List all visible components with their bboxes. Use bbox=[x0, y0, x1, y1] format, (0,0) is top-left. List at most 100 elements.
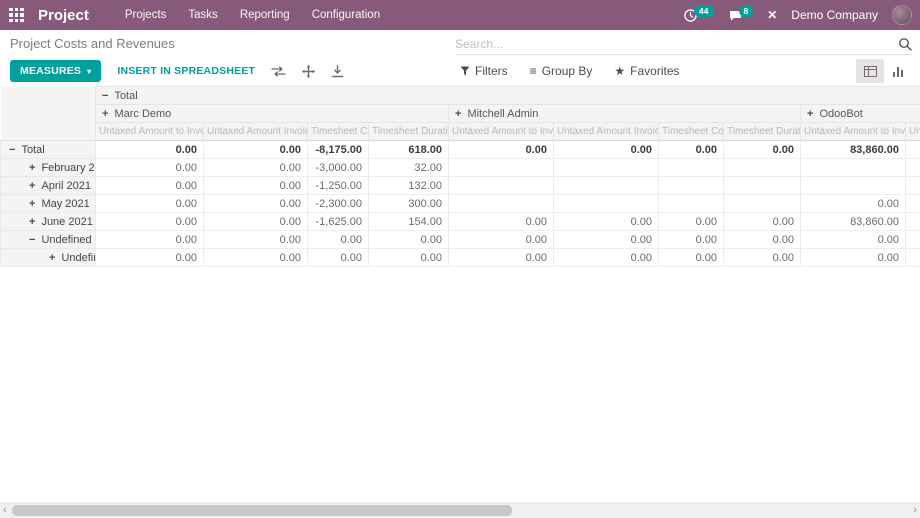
app-name[interactable]: Project bbox=[38, 7, 89, 24]
pivot-cell: -2,300.00 bbox=[308, 195, 369, 213]
horizontal-scrollbar[interactable]: ‹ › bbox=[0, 502, 920, 518]
filters-button[interactable]: Filters bbox=[460, 64, 508, 78]
expand-icon: + bbox=[49, 252, 55, 264]
menu-item-reporting[interactable]: Reporting bbox=[240, 9, 290, 21]
top-navbar: Project Projects Tasks Reporting Configurat… bbox=[0, 0, 920, 30]
breadcrumb: Project Costs and Revenues bbox=[10, 36, 175, 51]
pivot-cell bbox=[906, 213, 920, 231]
pivot-cell: 0.00 bbox=[554, 213, 659, 231]
pivot-cell: 0.00 bbox=[659, 141, 724, 159]
pivot-cell: 32.00 bbox=[369, 159, 449, 177]
expand-icon: + bbox=[29, 216, 35, 228]
menu-item-projects[interactable]: Projects bbox=[125, 9, 167, 21]
search-bar bbox=[455, 33, 912, 55]
pivot-cell: 0.00 bbox=[449, 231, 554, 249]
row-header-total[interactable]: −Total bbox=[1, 141, 96, 159]
pivot-cell bbox=[554, 195, 659, 213]
measure-header[interactable]: Untaxed Amount to Invoice bbox=[96, 123, 204, 141]
search-icon[interactable] bbox=[898, 37, 912, 51]
download-icon[interactable] bbox=[331, 65, 344, 78]
pivot-cell: 0.00 bbox=[449, 213, 554, 231]
col-group-marc-demo[interactable]: +Marc Demo bbox=[96, 105, 449, 123]
col-group-mitchell-admin[interactable]: +Mitchell Admin bbox=[449, 105, 801, 123]
measures-button[interactable]: MEASURES▾ bbox=[10, 60, 101, 82]
col-group-odoobot[interactable]: +OdooBot bbox=[801, 105, 920, 123]
scroll-right-arrow[interactable]: › bbox=[913, 502, 917, 518]
table-row: +April 20210.000.00-1,250.00132.00 bbox=[1, 177, 920, 195]
pivot-corner-cell bbox=[1, 87, 96, 141]
measure-header[interactable]: Timesheet Cost bbox=[308, 123, 369, 141]
row-header-april-2021[interactable]: +April 2021 bbox=[1, 177, 96, 195]
pivot-cell: 0.00 bbox=[369, 249, 449, 267]
pivot-cell: 0.00 bbox=[449, 141, 554, 159]
measure-header[interactable]: Un bbox=[906, 123, 920, 141]
measure-header[interactable]: Untaxed Amount Invoiced bbox=[554, 123, 659, 141]
scrollbar-thumb[interactable] bbox=[12, 505, 512, 516]
row-header-undefined[interactable]: −Undefined bbox=[1, 231, 96, 249]
table-row: +February 20210.000.00-3,000.0032.00 bbox=[1, 159, 920, 177]
search-input[interactable] bbox=[455, 37, 898, 51]
row-header-may-2021[interactable]: +May 2021 bbox=[1, 195, 96, 213]
menu-item-configuration[interactable]: Configuration bbox=[312, 9, 380, 21]
table-row: +June 20210.000.00-1,625.00154.000.000.0… bbox=[1, 213, 920, 231]
pivot-cell: 0.00 bbox=[96, 213, 204, 231]
expand-all-icon[interactable] bbox=[302, 65, 315, 78]
pivot-cell: 0.00 bbox=[204, 141, 308, 159]
pivot-cell bbox=[659, 159, 724, 177]
pivot-cell bbox=[906, 141, 920, 159]
pivot-cell bbox=[659, 195, 724, 213]
pivot-cell: 0.00 bbox=[554, 141, 659, 159]
insert-in-spreadsheet-button[interactable]: INSERT IN SPREADSHEET bbox=[117, 65, 255, 77]
pivot-cell: 0.00 bbox=[96, 231, 204, 249]
pivot-cell: 0.00 bbox=[204, 195, 308, 213]
pivot-cell bbox=[906, 249, 920, 267]
measure-header[interactable]: Timesheet Duration bbox=[724, 123, 801, 141]
app-window: Project Projects Tasks Reporting Configurat… bbox=[0, 0, 920, 518]
pivot-cell: 0.00 bbox=[659, 231, 724, 249]
row-header-june-2021[interactable]: +June 2021 bbox=[1, 213, 96, 231]
pivot-cell: 0.00 bbox=[659, 213, 724, 231]
pivot-cell bbox=[801, 177, 906, 195]
apps-menu-icon[interactable] bbox=[9, 8, 24, 23]
group-by-icon: ≡ bbox=[530, 64, 537, 78]
star-icon: ★ bbox=[614, 64, 625, 78]
graph-view-button[interactable] bbox=[884, 59, 912, 83]
company-switcher[interactable]: Demo Company bbox=[791, 8, 878, 22]
control-panel-buttons: MEASURES▾ INSERT IN SPREADSHEET Filters … bbox=[0, 57, 920, 85]
expand-icon: + bbox=[807, 108, 813, 120]
expand-icon: + bbox=[29, 180, 35, 192]
pivot-cell: 0.00 bbox=[204, 249, 308, 267]
pivot-cell bbox=[554, 159, 659, 177]
measure-header[interactable]: Untaxed Amount to Invoice bbox=[449, 123, 554, 141]
pivot-view-icon bbox=[864, 66, 877, 77]
scroll-left-arrow[interactable]: ‹ bbox=[3, 502, 7, 518]
messages-count-badge: 8 bbox=[739, 5, 754, 17]
measure-header[interactable]: Untaxed Amount to Invoice bbox=[801, 123, 906, 141]
pivot-cell bbox=[449, 159, 554, 177]
group-by-button[interactable]: ≡ Group By bbox=[530, 64, 593, 78]
measure-header[interactable]: Timesheet Cost bbox=[659, 123, 724, 141]
menu-item-tasks[interactable]: Tasks bbox=[188, 9, 217, 21]
messages-button[interactable]: 8 bbox=[728, 8, 754, 23]
control-panel-top: Project Costs and Revenues bbox=[0, 30, 920, 57]
pivot-view-button[interactable] bbox=[856, 59, 884, 83]
pivot-cell: 0.00 bbox=[204, 159, 308, 177]
measure-header[interactable]: Untaxed Amount Invoiced bbox=[204, 123, 308, 141]
pivot-cell: 0.00 bbox=[724, 141, 801, 159]
row-header-february-2021[interactable]: +February 2021 bbox=[1, 159, 96, 177]
pivot-cell: 83,860.00 bbox=[801, 141, 906, 159]
pivot-cell: 0.00 bbox=[369, 231, 449, 249]
flip-axes-icon[interactable] bbox=[271, 66, 286, 77]
activities-button[interactable]: 44 bbox=[683, 8, 713, 23]
row-header-undefined[interactable]: +Undefined bbox=[1, 249, 96, 267]
x-icon[interactable]: ✕ bbox=[767, 8, 777, 22]
user-avatar[interactable] bbox=[892, 5, 912, 25]
pivot-group-header-row: +Marc Demo+Mitchell Admin+OdooBot bbox=[1, 105, 920, 123]
pivot-cell: 0.00 bbox=[659, 249, 724, 267]
favorites-button[interactable]: ★ Favorites bbox=[614, 64, 679, 78]
pivot-cell bbox=[906, 177, 920, 195]
measure-header[interactable]: Timesheet Duration bbox=[369, 123, 449, 141]
pivot-cell: 132.00 bbox=[369, 177, 449, 195]
activities-count-badge: 44 bbox=[694, 5, 713, 17]
col-group-total[interactable]: −Total bbox=[96, 87, 920, 105]
